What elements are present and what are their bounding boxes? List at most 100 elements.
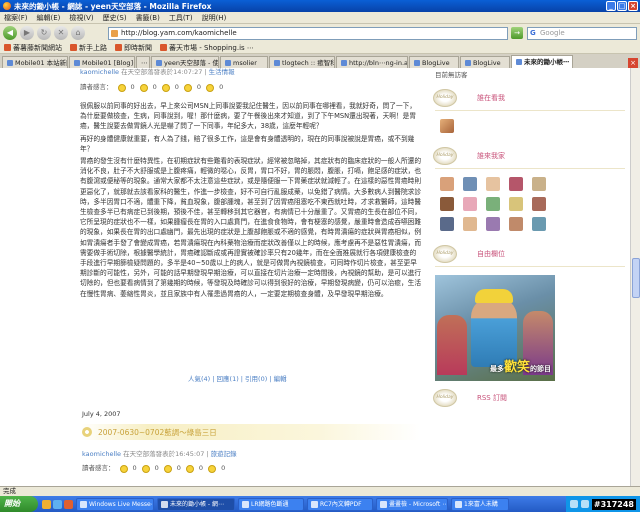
tab-item[interactable]: yeen天空部落 - 使⋯ bbox=[151, 56, 219, 68]
maximize-button[interactable]: □ bbox=[617, 1, 627, 11]
visitor-avatar[interactable] bbox=[463, 177, 477, 191]
menu-bar: 檔案(F) 編輯(E) 檢視(V) 歷史(S) 書籤(B) 工具(T) 說明(H… bbox=[0, 12, 640, 24]
reload-icon[interactable]: ↻ bbox=[37, 26, 51, 40]
menu-tools[interactable]: 工具(T) bbox=[169, 13, 193, 23]
stop-icon[interactable]: ✕ bbox=[54, 26, 68, 40]
close-button[interactable]: × bbox=[628, 1, 638, 11]
menu-help[interactable]: 說明(H) bbox=[202, 13, 227, 23]
tab-item[interactable]: Mobile01 本站新聞 bbox=[2, 56, 68, 68]
menu-edit[interactable]: 編輯(E) bbox=[37, 13, 61, 23]
angry-icon[interactable] bbox=[206, 83, 215, 92]
post-category-link[interactable]: 生活情報 bbox=[209, 68, 235, 76]
visitor-avatar[interactable] bbox=[440, 197, 454, 211]
post-author-link[interactable]: kaomichelle bbox=[82, 450, 121, 458]
sad-icon[interactable] bbox=[183, 83, 192, 92]
bookmark-item[interactable]: 蕃天市場 - Shopping.is ⋯ bbox=[160, 43, 254, 53]
vertical-scrollbar[interactable] bbox=[630, 68, 640, 486]
mood-count: 0 bbox=[174, 83, 179, 91]
sidebar-section-title: 誰來我家 bbox=[477, 152, 505, 160]
back-icon[interactable]: ◀ bbox=[3, 26, 17, 40]
quick-launch-icon[interactable] bbox=[53, 499, 62, 509]
bookmark-item[interactable]: 即時新聞 bbox=[115, 43, 152, 53]
visitor-avatar[interactable] bbox=[486, 217, 500, 231]
taskbar-item[interactable]: RC7內文轉PDF bbox=[307, 497, 373, 511]
window-titlebar[interactable]: 未來的鋤小帳 - 網誌 - yeen天空部落 - Mozilla Firefox… bbox=[0, 0, 640, 12]
search-input[interactable]: Google bbox=[527, 26, 637, 40]
tab-favicon-icon bbox=[341, 59, 347, 66]
visitor-avatar[interactable] bbox=[532, 177, 546, 191]
visitor-avatar[interactable] bbox=[486, 177, 500, 191]
url-input[interactable]: http://blog.yam.com/kaomichelle bbox=[108, 26, 508, 40]
visitor-avatar[interactable] bbox=[463, 197, 477, 211]
menu-history[interactable]: 歷史(S) bbox=[103, 13, 127, 23]
visitor-avatar[interactable] bbox=[532, 217, 546, 231]
app-icon bbox=[242, 500, 249, 508]
app-icon bbox=[311, 500, 318, 508]
avatar[interactable] bbox=[440, 119, 454, 133]
post-title-link[interactable]: 2007-0630~0702藍調～綠島三日 bbox=[98, 427, 217, 438]
post-action-links[interactable]: 人氣(4) | 回應(1) | 引用(0) | 編輯 bbox=[188, 373, 287, 383]
minimize-button[interactable]: _ bbox=[606, 1, 616, 11]
tab-item[interactable]: ⋯ bbox=[136, 56, 150, 68]
visitor-avatar[interactable] bbox=[509, 217, 523, 231]
taskbar-item[interactable]: 畫畫檢 - Microsoft ⋯ bbox=[376, 497, 448, 511]
tab-item[interactable]: Mobile01 [Blog]⋯ bbox=[69, 56, 135, 68]
visitor-avatar[interactable] bbox=[509, 197, 523, 211]
sidebar-section-header: Holiday RSS 訂閱 bbox=[430, 389, 630, 407]
bookmark-item[interactable]: 新手上路 bbox=[70, 43, 107, 53]
menu-view[interactable]: 檢視(V) bbox=[69, 13, 93, 23]
sidebar-section-title[interactable]: RSS 訂閱 bbox=[477, 393, 507, 403]
surprise-icon[interactable] bbox=[161, 83, 170, 92]
smile-icon[interactable] bbox=[117, 83, 126, 92]
smile-icon[interactable] bbox=[119, 464, 128, 473]
go-button[interactable]: → bbox=[511, 27, 523, 39]
laugh-icon[interactable] bbox=[139, 83, 148, 92]
quick-launch-icon[interactable] bbox=[42, 499, 51, 509]
tab-favicon-icon bbox=[414, 59, 420, 66]
tray-icon[interactable] bbox=[580, 500, 589, 508]
tab-item-active[interactable]: 未來的鋤小帳⋯ bbox=[511, 55, 573, 68]
divider bbox=[435, 266, 625, 267]
tab-item[interactable]: tlogtech :: 癒智科⋯ bbox=[269, 56, 335, 68]
visitor-avatar[interactable] bbox=[440, 177, 454, 191]
start-button[interactable]: 開始 bbox=[0, 496, 38, 512]
tab-item[interactable]: BlogLive bbox=[460, 56, 510, 68]
bookmark-item[interactable]: 蕃薯藤新聞網站 bbox=[4, 43, 62, 53]
menu-file[interactable]: 檔案(F) bbox=[4, 13, 28, 23]
visitor-avatar[interactable] bbox=[486, 197, 500, 211]
visitor-avatar[interactable] bbox=[440, 217, 454, 231]
tab-item[interactable]: BlogLive bbox=[409, 56, 459, 68]
page-viewport[interactable]: kaomichelle 在天空部落發表於14:07:27 | 生活情報 讀者感言… bbox=[0, 68, 640, 486]
angry-icon[interactable] bbox=[208, 464, 217, 473]
visitor-avatar[interactable] bbox=[532, 197, 546, 211]
quick-launch-icon[interactable] bbox=[64, 499, 73, 509]
taskbar-item[interactable]: LR網路色斷通 bbox=[238, 497, 304, 511]
sad-icon[interactable] bbox=[185, 464, 194, 473]
tab-item[interactable]: msolier bbox=[220, 56, 268, 68]
holiday-badge-icon: Holiday bbox=[433, 245, 457, 263]
forward-icon[interactable]: ▶ bbox=[20, 26, 34, 40]
visitor-avatar[interactable] bbox=[463, 217, 477, 231]
post-author-link[interactable]: kaomichelle bbox=[80, 68, 119, 76]
tab-item[interactable]: http://bln⋯ng-in.aspx bbox=[336, 56, 408, 68]
status-bar: 完成 bbox=[0, 486, 640, 496]
app-icon bbox=[455, 500, 462, 508]
banner-caption: 最多歡笑的節目 bbox=[489, 360, 551, 375]
visitor-avatar[interactable] bbox=[509, 177, 523, 191]
taskbar-item[interactable]: 1來富人未購 bbox=[451, 497, 509, 511]
home-icon[interactable]: ⌂ bbox=[71, 26, 85, 40]
tv-show-banner[interactable]: 最多歡笑的節目 bbox=[435, 275, 555, 381]
taskbar-item-active[interactable]: 未來的鋤小帳 - 網⋯ bbox=[157, 497, 235, 511]
taskbar-item[interactable]: Windows Live Messe⋯ bbox=[76, 497, 154, 511]
laugh-icon[interactable] bbox=[141, 464, 150, 473]
blog-sidebar: 目前無訪客 Holiday 誰在看我 Holiday 誰來我家 Holiday … bbox=[430, 68, 630, 486]
post-category-link[interactable]: 旅遊記錄 bbox=[211, 450, 237, 458]
post-meta: kaomichelle 在天空部落發表於14:07:27 | 生活情報 bbox=[80, 68, 422, 77]
sidebar-section-title: 誰在看我 bbox=[477, 94, 505, 102]
tray-icon[interactable] bbox=[569, 500, 578, 508]
windows-taskbar: 開始 Windows Live Messe⋯ 未來的鋤小帳 - 網⋯ LR網路色… bbox=[0, 496, 640, 512]
scrollbar-thumb[interactable] bbox=[632, 258, 640, 298]
close-tab-icon[interactable]: × bbox=[628, 58, 638, 68]
surprise-icon[interactable] bbox=[163, 464, 172, 473]
menu-bookmarks[interactable]: 書籤(B) bbox=[136, 13, 160, 23]
